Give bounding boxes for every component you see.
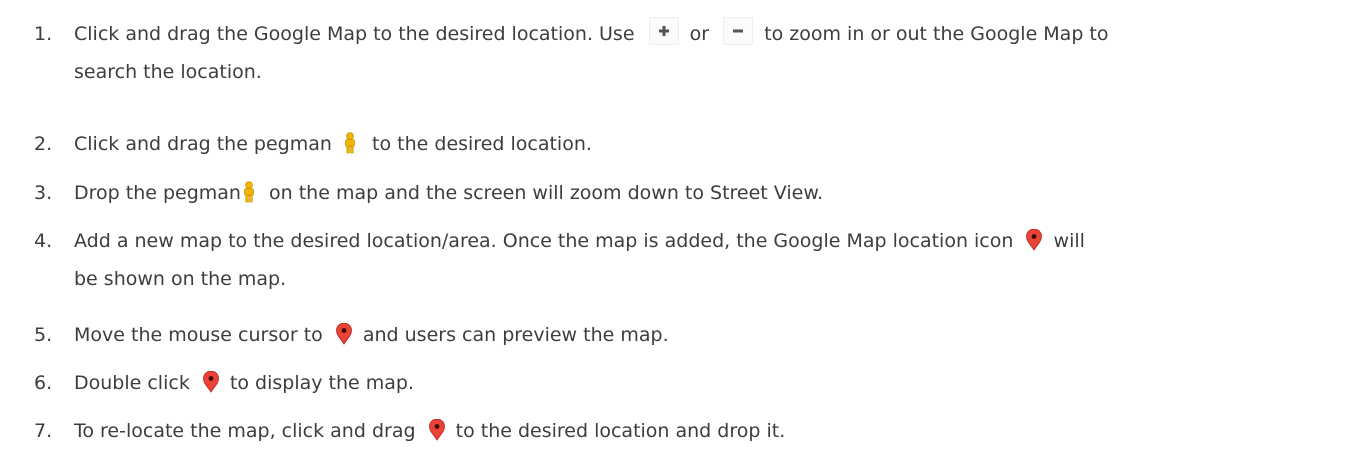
step-text-part: To re-locate the map, click and drag bbox=[74, 420, 416, 442]
step-text-part: to zoom in or out the Google Map to bbox=[764, 23, 1109, 45]
step-text: Double click to display the map. bbox=[74, 364, 414, 406]
instruction-list: 1. Click and drag the Google Map to the … bbox=[0, 0, 1360, 459]
step-number: 1. bbox=[34, 23, 53, 45]
pegman-icon bbox=[241, 178, 257, 216]
step-text-part: to the desired location. bbox=[372, 133, 592, 155]
step-number: 7. bbox=[34, 420, 53, 442]
step-text: Add a new map to the desired location/ar… bbox=[74, 222, 1085, 264]
pegman-icon bbox=[342, 129, 358, 167]
step-text: Drop the pegman on the map and the scree… bbox=[74, 174, 823, 216]
step-text-continuation: search the location. bbox=[74, 61, 262, 83]
step-text-part: Add a new map to the desired location/ar… bbox=[74, 230, 1014, 252]
step-text-part: Move the mouse cursor to bbox=[74, 324, 323, 346]
step-number: 5. bbox=[34, 324, 53, 346]
zoom-out-icon bbox=[723, 17, 754, 45]
step-text-part: and users can preview the map. bbox=[362, 324, 669, 346]
step-text-part: will bbox=[1053, 230, 1085, 252]
step-text-part: to the desired location and drop it. bbox=[455, 420, 786, 442]
step-text-part: to display the map. bbox=[229, 372, 415, 394]
map-pin-icon bbox=[202, 368, 220, 406]
step-text-part: Drop the pegman bbox=[74, 182, 241, 204]
step-text-continuation: be shown on the map. bbox=[74, 268, 287, 290]
map-pin-icon bbox=[1025, 226, 1043, 264]
step-text-part: Double click bbox=[74, 372, 190, 394]
step-text: Click and drag the pegman to the desired… bbox=[74, 125, 592, 167]
step-number: 2. bbox=[34, 133, 53, 155]
step-text-part: Click and drag the pegman bbox=[74, 133, 332, 155]
map-pin-icon bbox=[428, 416, 446, 454]
map-pin-icon bbox=[335, 320, 353, 358]
zoom-in-icon bbox=[648, 17, 679, 45]
step-text-part: Click and drag the Google Map to the des… bbox=[74, 23, 635, 45]
step-text: To re-locate the map, click and drag to … bbox=[74, 412, 785, 454]
step-text: Move the mouse cursor to and users can p… bbox=[74, 316, 669, 358]
step-number: 6. bbox=[34, 372, 53, 394]
step-number: 3. bbox=[34, 182, 53, 204]
step-text-part: on the map and the screen will zoom down… bbox=[269, 182, 824, 204]
step-number: 4. bbox=[34, 230, 53, 252]
step-text: Click and drag the Google Map to the des… bbox=[74, 15, 1109, 53]
step-text-part: or bbox=[689, 23, 710, 45]
